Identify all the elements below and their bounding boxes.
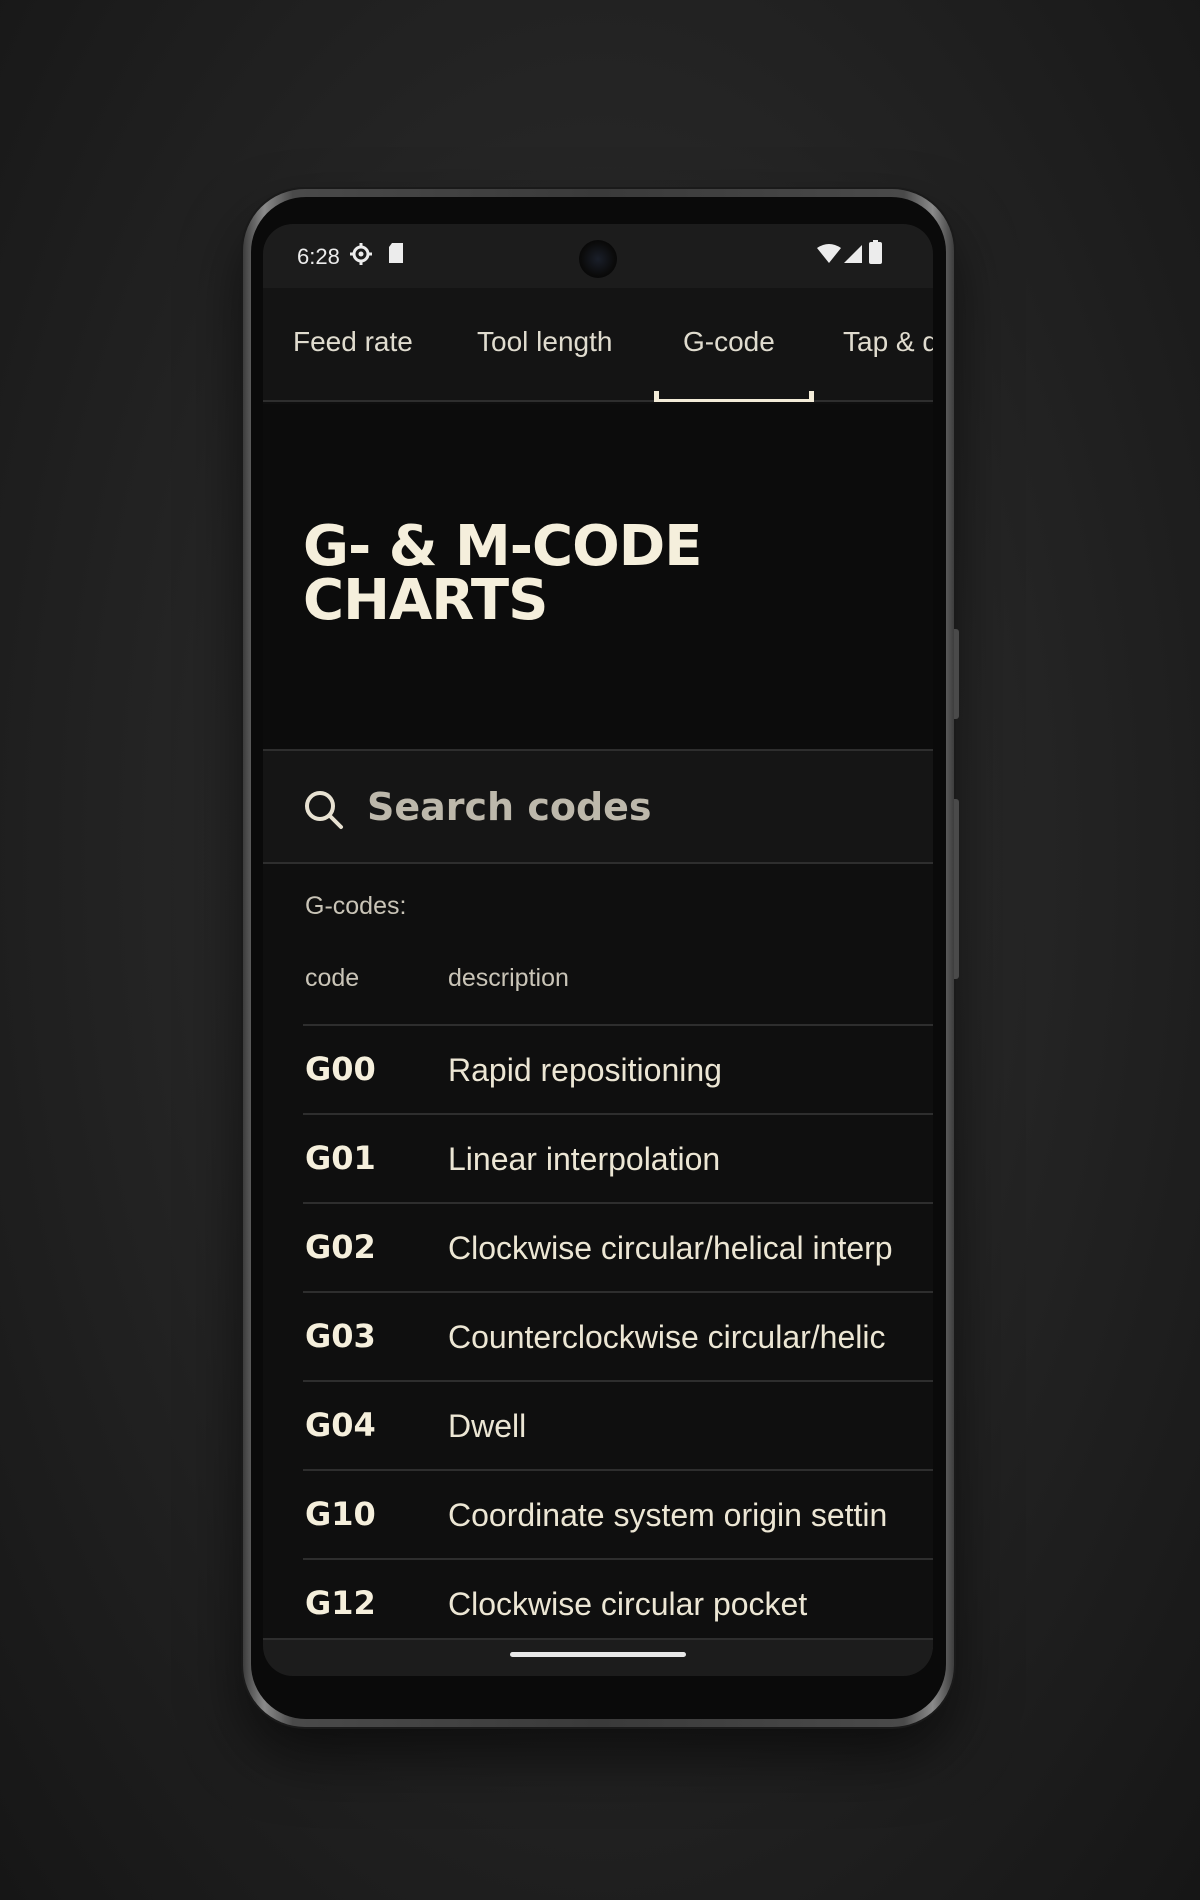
volume-button [954,629,959,719]
status-time: 6:28 [297,244,340,269]
front-camera [579,240,617,278]
search-input[interactable] [367,779,847,835]
tab-bar: Feed rate Tool length G-code Tap & d [263,288,933,402]
tab-tool-length[interactable]: Tool length [477,326,612,358]
g-code-table: G00 Rapid repositioning G01 Linear inter… [303,1024,933,1649]
row-description: Dwell [448,1408,527,1444]
row-code: G04 [305,1406,376,1444]
tab-tap-drill[interactable]: Tap & d [843,326,933,358]
row-code: G00 [305,1050,376,1088]
row-description: Linear interpolation [448,1141,721,1177]
battery-icon [869,240,882,269]
table-row[interactable]: G10 Coordinate system origin settin [303,1471,933,1560]
table-row[interactable]: G02 Clockwise circular/helical interp [303,1204,933,1293]
hero-section: G- & M-CODE CHARTS [263,404,933,752]
page-title-line-2: CHARTS [303,568,548,633]
table-row[interactable]: G03 Counterclockwise circular/helic [303,1293,933,1382]
column-header-code: code [305,964,360,992]
table-row[interactable]: G12 Clockwise circular pocket [303,1560,933,1649]
row-description: Coordinate system origin settin [448,1497,888,1533]
wifi-icon [816,244,842,269]
page-title: G- & M-CODE CHARTS [303,514,863,633]
page-title-line-1: G- & M-CODE [303,514,702,579]
column-header-description: description [448,964,569,992]
tab-feed-rate[interactable]: Feed rate [293,326,413,358]
row-code: G01 [305,1139,376,1177]
signal-icon [843,244,863,269]
table-row[interactable]: G01 Linear interpolation [303,1115,933,1204]
home-gesture-handle[interactable] [510,1652,686,1657]
status-bar: 6:28 [263,224,933,288]
row-code: G03 [305,1317,376,1355]
active-tab-indicator [654,391,814,402]
section-label-g-codes: G-codes: [305,892,407,920]
row-description: Clockwise circular pocket [448,1586,808,1622]
row-code: G02 [305,1228,376,1266]
row-description: Clockwise circular/helical interp [448,1230,893,1266]
table-row[interactable]: G00 Rapid repositioning [303,1026,933,1115]
tab-g-code[interactable]: G-code [683,326,775,358]
table-row[interactable]: G04 Dwell [303,1382,933,1471]
app-screen: 6:28 Feed rate Tool length G-code Tap & … [263,224,933,1676]
gear-icon [349,242,373,271]
row-description: Rapid repositioning [448,1052,722,1088]
row-description: Counterclockwise circular/helic [448,1319,886,1355]
search-icon [303,789,345,835]
navigation-bar [263,1638,933,1676]
power-button [954,799,959,979]
search-bar [263,749,933,864]
row-code: G12 [305,1584,376,1622]
row-code: G10 [305,1495,376,1533]
sd-card-icon [387,242,405,269]
